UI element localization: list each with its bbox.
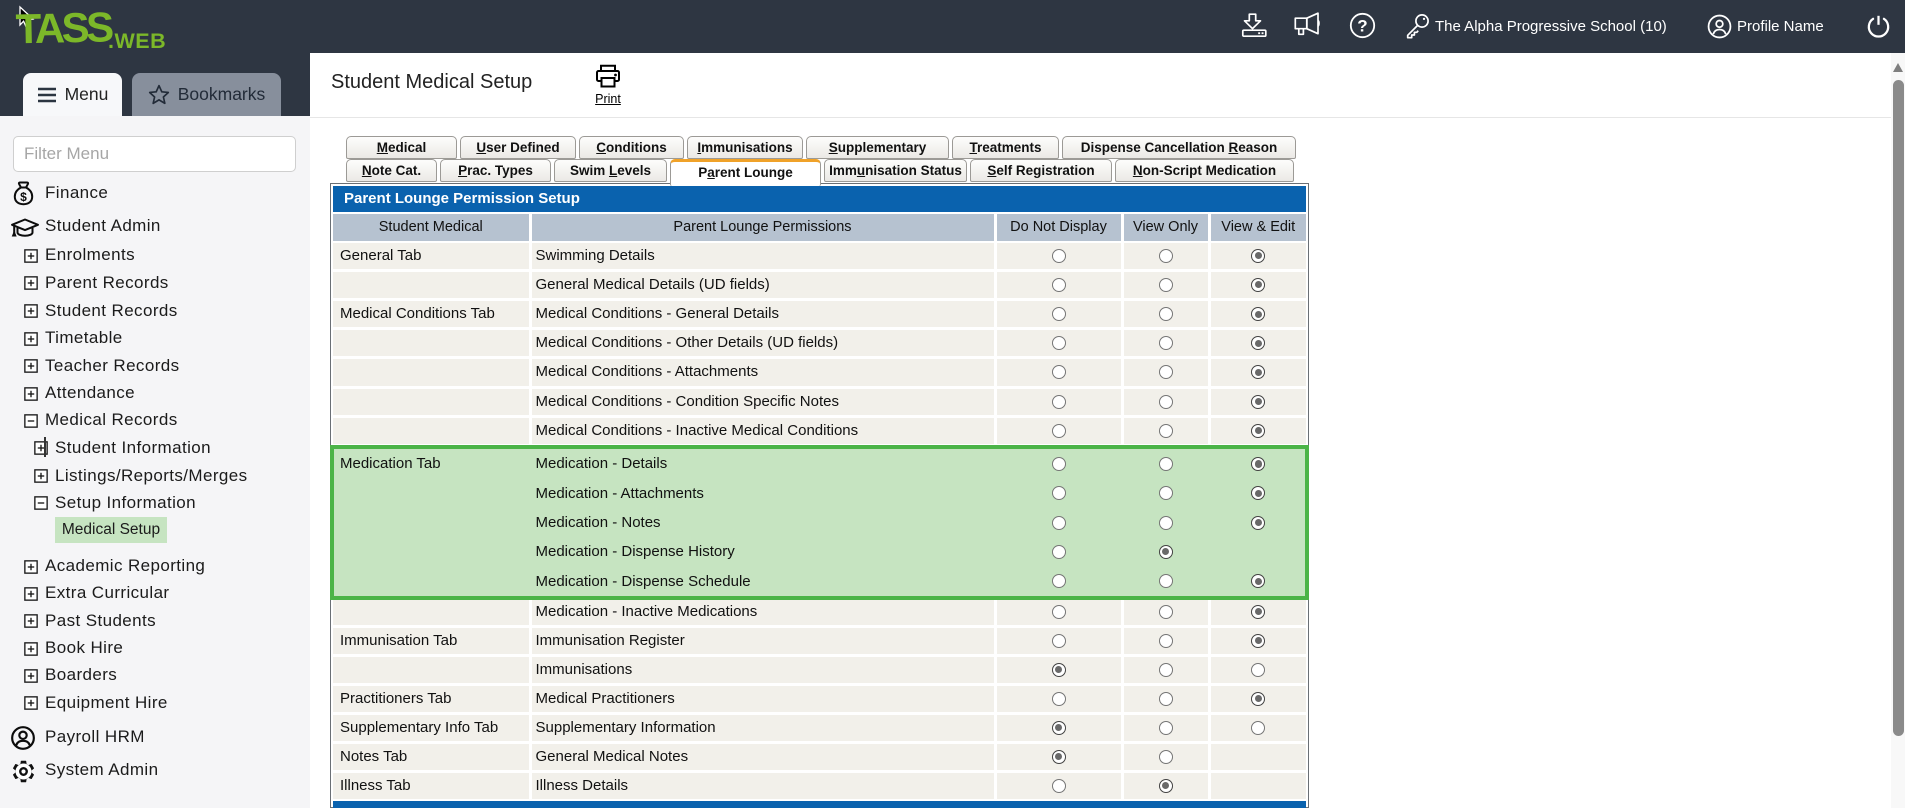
- svg-text:TASS: TASS: [15, 3, 113, 52]
- svg-text:$: $: [20, 190, 27, 204]
- svg-text:?: ?: [1357, 16, 1367, 35]
- svg-text:.WEB: .WEB: [108, 29, 166, 53]
